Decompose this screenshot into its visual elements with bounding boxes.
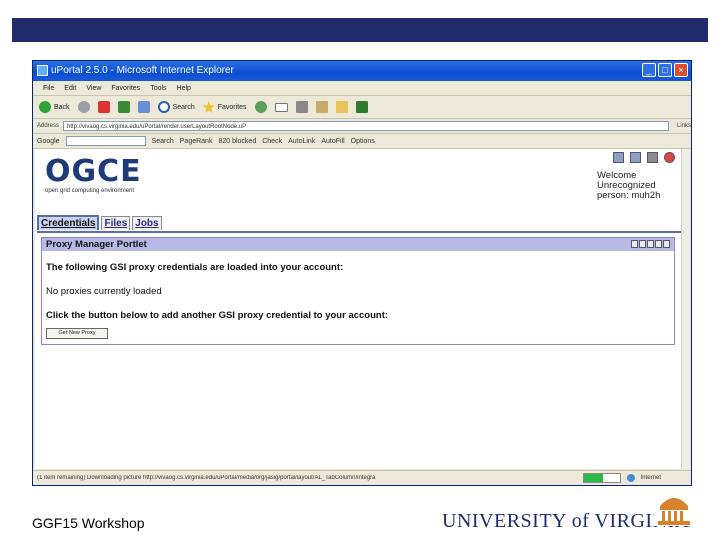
menu-view[interactable]: View	[86, 85, 101, 92]
address-bar: Address http://vivaog.cs.virginia.edu/uP…	[33, 119, 691, 134]
search-button[interactable]: Search	[157, 101, 195, 113]
portlet-header: Proxy Manager Portlet	[42, 238, 674, 251]
portlet-title: Proxy Manager Portlet	[46, 239, 147, 250]
title-bar: uPortal 2.5.0 - Microsoft Internet Explo…	[33, 61, 691, 81]
refresh-button[interactable]	[117, 101, 130, 113]
rotunda-logo	[654, 486, 694, 526]
favorites-button[interactable]: Favorites	[202, 101, 247, 113]
back-label: Back	[54, 103, 70, 111]
links-button[interactable]: Links	[677, 123, 691, 129]
google-search-input[interactable]	[65, 136, 146, 146]
minimize-portlet-icon[interactable]	[655, 240, 662, 248]
stop-button[interactable]	[97, 101, 110, 113]
minimize-button[interactable]: _	[642, 63, 656, 77]
layout-icon[interactable]	[613, 152, 624, 163]
get-new-proxy-button[interactable]: Get New Proxy	[46, 328, 108, 339]
tab-divider	[37, 231, 681, 233]
maximize-button[interactable]: □	[658, 63, 672, 77]
google-toolbar: Google Search PageRank 820 blocked Check…	[33, 134, 691, 149]
internet-zone-icon	[626, 474, 635, 482]
add-proxy-instruction: Click the button below to add another GS…	[46, 310, 389, 321]
about-icon[interactable]	[647, 240, 654, 248]
status-text: (1 item remaining) Downloading picture h…	[37, 475, 376, 481]
home-button[interactable]	[137, 101, 150, 113]
google-label: Google	[37, 137, 60, 145]
menu-edit[interactable]: Edit	[64, 85, 76, 92]
ogce-logo: OGCE open grid computing environment	[45, 154, 142, 195]
popup-blocker-button[interactable]: 820 blocked	[218, 138, 256, 145]
progress-fill	[583, 474, 604, 482]
messenger-button[interactable]	[355, 101, 368, 113]
tab-files[interactable]: Files	[101, 216, 131, 230]
portlet-controls	[631, 240, 670, 248]
mail-button[interactable]	[274, 102, 288, 112]
zone-label: Internet	[640, 475, 661, 481]
logo-title: OGCE	[45, 154, 142, 189]
spell-check-button[interactable]: Check	[262, 138, 282, 145]
maximize-portlet-icon[interactable]	[663, 240, 670, 248]
address-input[interactable]: http://vivaog.cs.virginia.edu/uPortal/re…	[63, 121, 669, 131]
tab-jobs[interactable]: Jobs	[132, 216, 162, 230]
help-icon[interactable]	[631, 240, 638, 248]
history-button[interactable]	[254, 101, 267, 113]
menu-bar: File Edit View Favorites Tools Help	[33, 81, 691, 96]
close-button[interactable]: ×	[674, 63, 688, 77]
status-bar: (1 item remaining) Downloading picture h…	[33, 470, 691, 485]
google-search-button[interactable]: Search	[152, 138, 174, 145]
autofill-button[interactable]: AutoFill	[321, 138, 344, 145]
window-title: uPortal 2.5.0 - Microsoft Internet Explo…	[51, 65, 234, 76]
back-button[interactable]: Back	[39, 101, 70, 113]
print-button[interactable]	[295, 101, 308, 113]
portal-header-icons	[613, 152, 675, 163]
vertical-scrollbar[interactable]	[681, 149, 689, 469]
search-icon	[157, 101, 170, 113]
menu-favorites[interactable]: Favorites	[111, 85, 140, 92]
forward-button[interactable]	[77, 101, 90, 113]
portal-tabs: Credentials Files Jobs	[37, 215, 162, 230]
menu-tools[interactable]: Tools	[150, 85, 166, 92]
slide-top-band	[12, 18, 708, 42]
standard-toolbar: Back Search Favorites	[33, 96, 691, 119]
address-label: Address	[37, 123, 60, 129]
search-label: Search	[172, 103, 195, 111]
folder-button[interactable]	[335, 101, 348, 113]
browser-window: uPortal 2.5.0 - Microsoft Internet Explo…	[32, 60, 692, 486]
proxy-manager-portlet: Proxy Manager Portlet The following GSI …	[41, 237, 675, 345]
options-button[interactable]: Options	[351, 138, 375, 145]
autolink-button[interactable]: AutoLink	[288, 138, 315, 145]
no-proxies-text: No proxies currently loaded	[46, 286, 162, 297]
preferences-icon[interactable]	[630, 152, 641, 163]
edit-button[interactable]	[315, 101, 328, 113]
credentials-heading: The following GSI proxy credentials are …	[46, 262, 344, 273]
logo-subtitle: open grid computing environment	[45, 188, 135, 194]
edit-icon[interactable]	[639, 240, 646, 248]
logout-icon[interactable]	[664, 152, 675, 163]
favorites-label: Favorites	[217, 103, 247, 111]
menu-help[interactable]: Help	[177, 85, 191, 92]
ie-icon	[37, 65, 48, 76]
tab-credentials[interactable]: Credentials	[37, 215, 100, 230]
progress-bar	[582, 473, 621, 483]
slide-footer-text: GGF15 Workshop	[32, 515, 145, 531]
welcome-text: Welcome Unrecognized person: muh2h	[597, 170, 661, 201]
menu-file[interactable]: File	[43, 85, 54, 92]
page-content: OGCE open grid computing environment Wel…	[35, 149, 689, 469]
wrench-icon[interactable]	[647, 152, 658, 163]
back-arrow-icon	[39, 101, 51, 113]
pagerank-indicator: PageRank	[179, 137, 213, 145]
star-icon	[202, 101, 215, 113]
